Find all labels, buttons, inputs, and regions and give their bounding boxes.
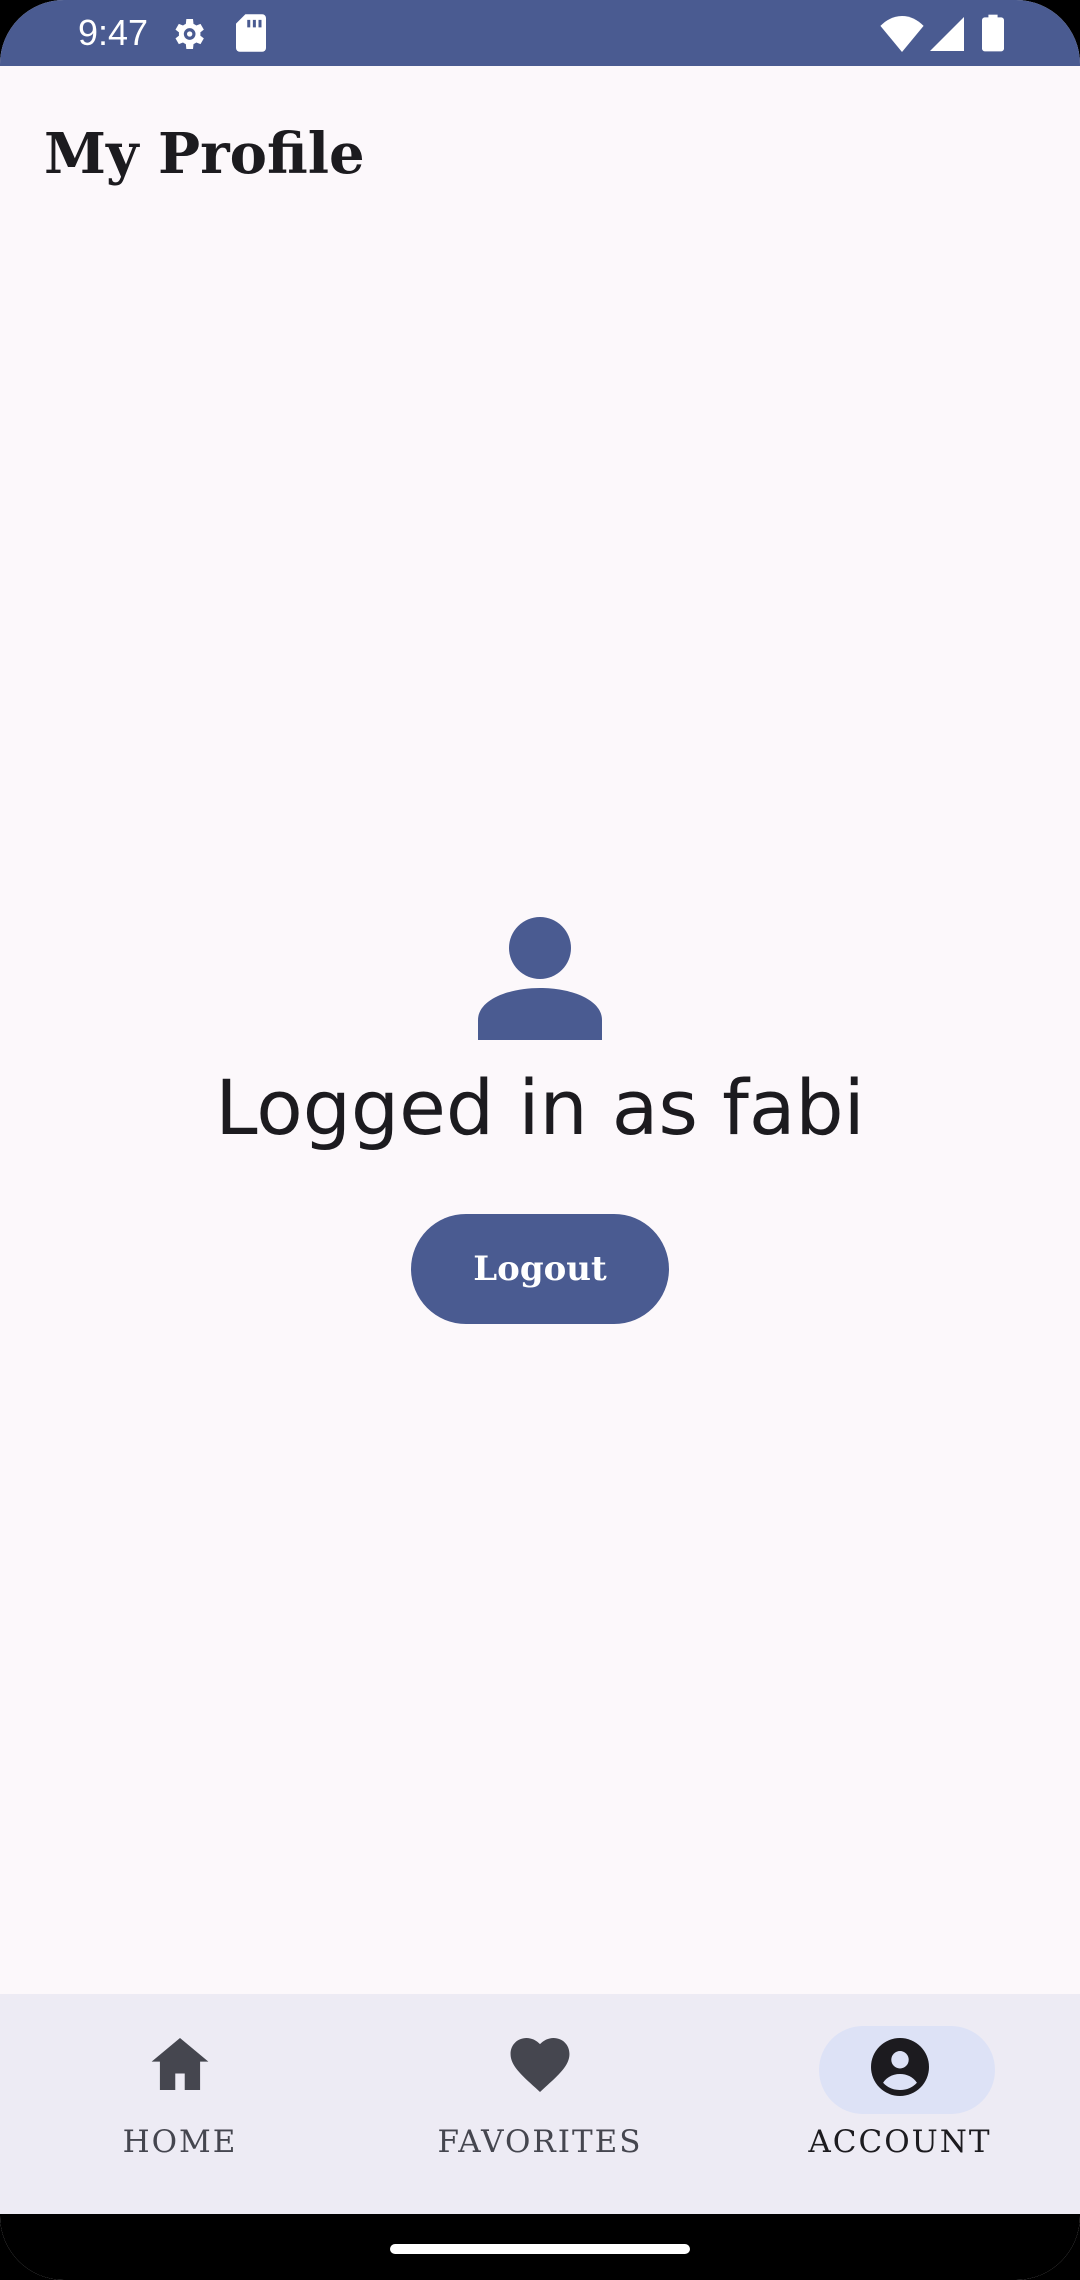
settings-gear-icon — [168, 14, 208, 54]
logout-button[interactable]: Logout — [411, 1214, 669, 1324]
status-bar: 9:47 — [0, 0, 1080, 66]
home-indicator[interactable] — [390, 2244, 690, 2254]
cellular-signal-icon — [930, 16, 964, 52]
heart-icon — [360, 2038, 720, 2102]
page-title: My Profile — [44, 121, 365, 187]
sd-card-icon — [236, 14, 266, 52]
nav-label-favorites: FAVORITES — [437, 2124, 643, 2160]
nav-item-home[interactable]: HOME — [0, 1994, 360, 2214]
bottom-navigation: HOME FAVORITES ACCOUNT — [0, 1994, 1080, 2214]
wifi-icon — [880, 16, 924, 52]
app-screen: 9:47 My Profile Logged in as fabi Logout… — [0, 0, 1080, 2280]
nav-label-account: ACCOUNT — [808, 2124, 992, 2160]
nav-item-account[interactable]: ACCOUNT — [720, 1994, 1080, 2214]
account-circle-icon — [720, 2038, 1080, 2102]
nav-item-favorites[interactable]: FAVORITES — [360, 1994, 720, 2214]
logged-in-text: Logged in as fabi — [215, 1063, 865, 1152]
nav-label-home: HOME — [122, 2124, 238, 2160]
status-time: 9:47 — [78, 12, 149, 53]
person-icon — [478, 916, 602, 1040]
gesture-navigation-area — [0, 2214, 1080, 2280]
battery-icon — [982, 14, 1004, 52]
home-icon — [0, 2038, 360, 2102]
